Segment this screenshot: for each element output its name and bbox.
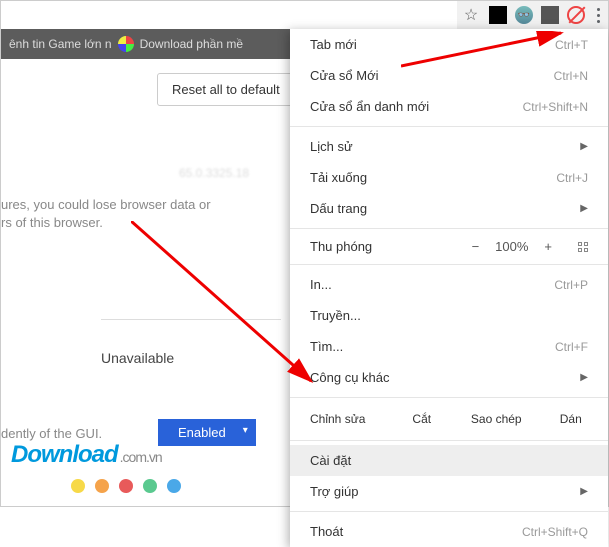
enabled-dropdown[interactable]: Enabled — [158, 419, 256, 446]
menu-print[interactable]: In...Ctrl+P — [290, 269, 608, 300]
menu-new-window[interactable]: Cửa sổ MớiCtrl+N — [290, 60, 608, 91]
browser-toolbar: ☆ — [457, 1, 608, 29]
menu-settings[interactable]: Cài đặt — [290, 445, 608, 476]
logo-dots — [71, 479, 181, 493]
zoom-value: 100% — [495, 239, 528, 254]
reset-all-button[interactable]: Reset all to default — [157, 73, 295, 106]
chevron-right-icon: ▶ — [580, 372, 588, 383]
chrome-main-menu: Tab mớiCtrl+T Cửa sổ MớiCtrl+N Cửa sổ ẩn… — [290, 29, 608, 547]
menu-find[interactable]: Tìm...Ctrl+F — [290, 331, 608, 362]
menu-cut[interactable]: Cắt — [385, 408, 460, 430]
bookmark-item[interactable]: ênh tin Game lớn n — [9, 37, 112, 51]
menu-help[interactable]: Trợ giúp▶ — [290, 476, 608, 507]
extension-icon-1[interactable] — [489, 6, 507, 24]
fullscreen-icon[interactable] — [578, 242, 588, 252]
menu-zoom: Thu phóng − 100% + — [290, 233, 608, 260]
menu-downloads[interactable]: Tải xuốngCtrl+J — [290, 162, 608, 193]
zoom-in-button[interactable]: + — [544, 239, 552, 254]
chevron-right-icon: ▶ — [580, 486, 588, 497]
blocker-icon[interactable] — [567, 6, 585, 24]
menu-cast[interactable]: Truyền... — [290, 300, 608, 331]
extension-icon-3[interactable] — [541, 6, 559, 24]
menu-more-tools[interactable]: Công cụ khác▶ — [290, 362, 608, 393]
extension-icon-2[interactable] — [515, 6, 533, 24]
bookmark-item[interactable]: Download phần mề — [140, 37, 243, 51]
bookmarks-bar: ênh tin Game lớn n Download phần mề — [1, 29, 291, 59]
menu-edit-row: Chỉnh sửa Cắt Sao chép Dán — [290, 402, 608, 436]
gui-text: dently of the GUI. — [1, 426, 102, 441]
bookmark-star-icon[interactable]: ☆ — [461, 5, 481, 25]
menu-incognito[interactable]: Cửa sổ ẩn danh mớiCtrl+Shift+N — [290, 91, 608, 122]
chevron-right-icon: ▶ — [580, 141, 588, 152]
warning-text: ures, you could lose browser data or rs … — [1, 196, 281, 232]
version-text: 65.0.3325.18 — [179, 166, 249, 180]
zoom-out-button[interactable]: − — [472, 239, 480, 254]
chrome-menu-button[interactable] — [593, 4, 604, 27]
menu-exit[interactable]: ThoátCtrl+Shift+Q — [290, 516, 608, 547]
menu-new-tab[interactable]: Tab mớiCtrl+T — [290, 29, 608, 60]
download-logo: Download.com.vn — [11, 441, 162, 469]
menu-copy[interactable]: Sao chép — [459, 408, 534, 430]
chevron-right-icon: ▶ — [580, 203, 588, 214]
chrome-favicon-icon — [118, 36, 134, 52]
menu-history[interactable]: Lịch sử▶ — [290, 131, 608, 162]
unavailable-label: Unavailable — [101, 319, 281, 366]
menu-paste[interactable]: Dán — [534, 408, 609, 430]
menu-bookmarks[interactable]: Dấu trang▶ — [290, 193, 608, 224]
